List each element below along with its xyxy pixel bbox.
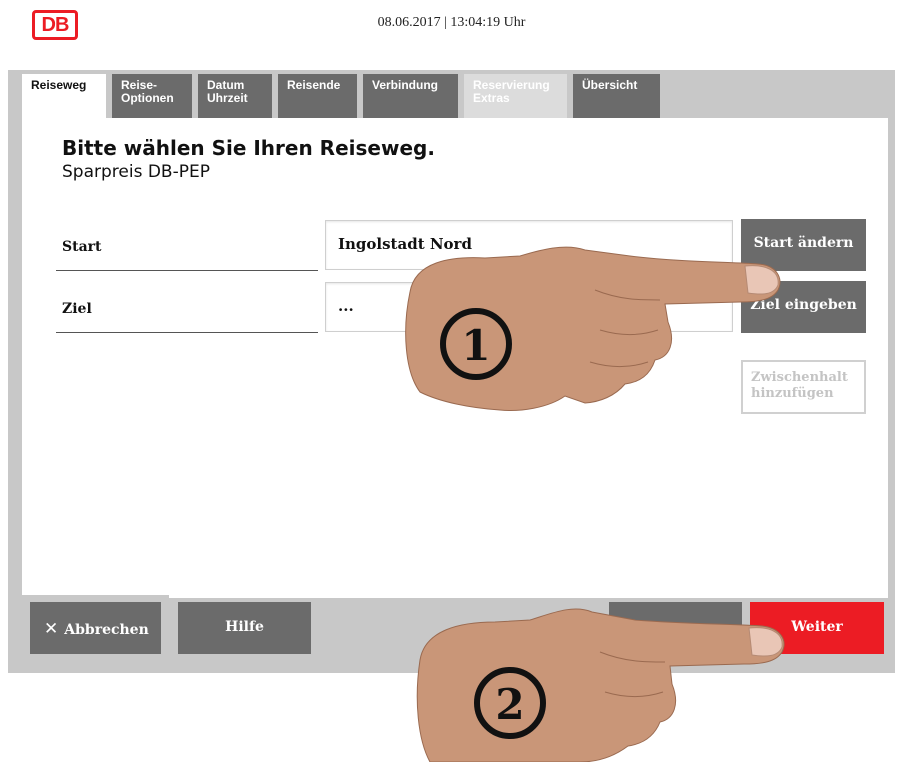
tab-uebersicht[interactable]: Übersicht xyxy=(573,74,660,120)
ziel-field[interactable]: ... xyxy=(325,282,733,332)
tab-reise-optionen[interactable]: Reise- Optionen xyxy=(112,74,192,120)
tab-label: Reisende xyxy=(287,78,341,92)
cancel-button[interactable]: ✕ Abbrechen xyxy=(30,602,161,654)
tab-reisende[interactable]: Reisende xyxy=(278,74,357,120)
button-label: Zwischenhalt xyxy=(751,370,848,385)
content-panel xyxy=(22,118,888,598)
datetime-display: 08.06.2017 | 13:04:19 Uhr xyxy=(377,15,526,30)
tab-reservierung-extras: Reservierung Extras xyxy=(464,74,567,120)
tab-label-line2: Optionen xyxy=(121,91,174,105)
button-label-line2: hinzufügen xyxy=(751,386,834,401)
step-2-number: 2 xyxy=(495,680,524,729)
next-button[interactable]: Weiter xyxy=(750,602,884,654)
close-icon: ✕ xyxy=(44,619,59,639)
help-button[interactable]: Hilfe xyxy=(178,602,311,654)
ziel-enter-button[interactable]: Ziel eingeben xyxy=(741,281,866,333)
start-change-button[interactable]: Start ändern xyxy=(741,219,866,271)
tab-reiseweg[interactable]: Reiseweg xyxy=(22,74,106,122)
page-title: Bitte wählen Sie Ihren Reiseweg. xyxy=(62,136,435,160)
tab-label-line2: Extras xyxy=(473,91,510,105)
ziel-label: Ziel xyxy=(56,281,318,333)
tab-label: Verbindung xyxy=(372,78,438,92)
tab-verbindung[interactable]: Verbindung xyxy=(363,74,458,120)
add-stopover-button: Zwischenhalt hinzufügen xyxy=(741,360,866,414)
cancel-label: Abbrechen xyxy=(64,622,149,638)
back-button[interactable] xyxy=(609,602,742,654)
tab-label-line2: Uhrzeit xyxy=(207,91,248,105)
tab-datum-uhrzeit[interactable]: Datum Uhrzeit xyxy=(198,74,272,120)
start-field[interactable]: Ingolstadt Nord xyxy=(325,220,733,270)
tab-label: Reiseweg xyxy=(31,78,87,92)
start-label: Start xyxy=(56,219,318,271)
tab-label: Übersicht xyxy=(582,78,638,92)
page-subtitle: Sparpreis DB-PEP xyxy=(62,162,210,182)
